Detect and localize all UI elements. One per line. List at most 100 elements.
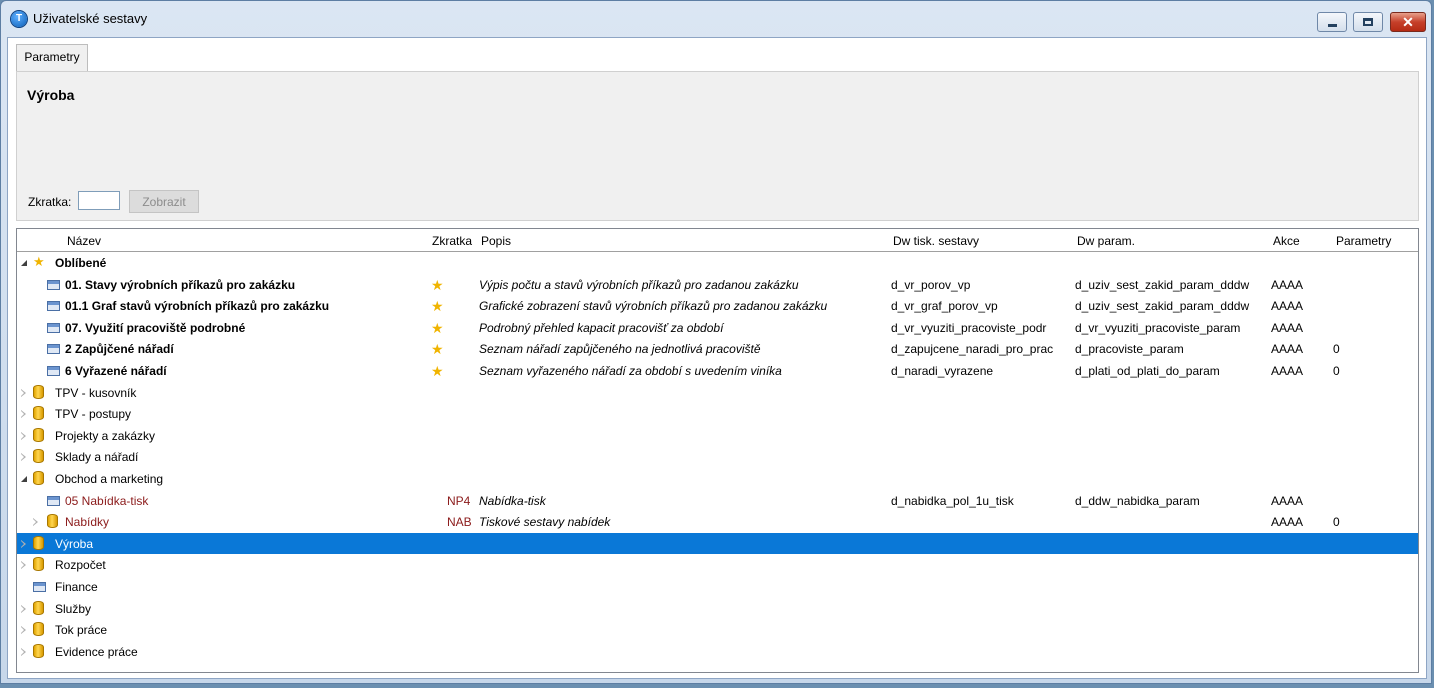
expand-arrow-icon[interactable] xyxy=(33,518,38,527)
column-header-dw-print[interactable]: Dw tisk. sestavy xyxy=(893,234,979,248)
folder-database-icon xyxy=(33,406,44,421)
expand-arrow-icon[interactable] xyxy=(21,539,26,548)
row-description: Podrobný přehled kapacit pracovišť za ob… xyxy=(479,320,724,335)
tree-node[interactable]: Evidence práce xyxy=(17,641,1418,663)
show-button[interactable]: Zobrazit xyxy=(129,190,199,213)
tab-parametry[interactable]: Parametry xyxy=(16,44,88,71)
tree-item[interactable]: 6 Vyřazené nářadí ★ Seznam vyřazeného nářa… xyxy=(17,360,1418,382)
column-header-action[interactable]: Akce xyxy=(1273,234,1300,248)
row-dw-param: d_pracoviste_param xyxy=(1075,342,1184,357)
app-logo-icon: T xyxy=(11,11,27,27)
row-name: Služby xyxy=(55,601,92,616)
column-header-params[interactable]: Parametry xyxy=(1336,234,1391,248)
folder-database-icon xyxy=(33,557,44,572)
row-name: Sklady a nářadí xyxy=(55,450,139,465)
expand-arrow-icon[interactable] xyxy=(21,561,26,570)
row-action: AAAA xyxy=(1271,299,1304,314)
folder-database-icon xyxy=(33,449,44,464)
tree-item[interactable]: 01. Stavy výrobních příkazů pro zakázku ★… xyxy=(17,274,1418,296)
row-name: Oblíbené xyxy=(55,256,107,270)
row-action: AAAA xyxy=(1271,320,1304,335)
row-params: 0 xyxy=(1333,364,1340,378)
tree-node[interactable]: Sklady a nářadí xyxy=(17,446,1418,468)
row-dw-param: d_ddw_nabidka_param xyxy=(1075,493,1200,508)
row-action: AAAA xyxy=(1271,342,1304,357)
tree-item[interactable]: 01.1 Graf stavů výrobních příkazů pro za… xyxy=(17,295,1418,317)
report-tree-grid[interactable]: Název Zkratka Popis Dw tisk. sestavy Dw … xyxy=(16,228,1419,673)
row-name: Evidence práce xyxy=(55,644,138,659)
favorite-star-icon[interactable]: ★ xyxy=(431,320,444,337)
expand-arrow-icon[interactable] xyxy=(21,604,26,613)
row-dw-print: d_vr_vyuziti_pracoviste_podr xyxy=(891,320,1047,335)
window-frame-bottom xyxy=(0,684,1434,688)
report-icon xyxy=(47,279,60,290)
title-bar[interactable]: T Uživatelské sestavy ✕ xyxy=(1,1,1431,37)
tree-node[interactable]: Výroba xyxy=(17,532,1418,555)
maximize-icon xyxy=(1363,18,1373,26)
tree-node[interactable]: Finance xyxy=(17,576,1418,598)
tree-node[interactable]: ★ Oblíbené xyxy=(17,252,1418,274)
row-name: Obchod a marketing xyxy=(55,472,164,486)
row-dw-print: d_zapujcene_naradi_pro_prac xyxy=(891,342,1054,357)
row-name: TPV - kusovník xyxy=(55,385,137,400)
row-dw-print: d_naradi_vyrazene xyxy=(891,364,994,378)
folder-database-icon xyxy=(33,622,44,637)
row-action: AAAA xyxy=(1271,493,1304,508)
column-header-description[interactable]: Popis xyxy=(481,234,511,248)
collapse-arrow-icon[interactable] xyxy=(21,260,27,266)
folder-database-icon xyxy=(33,600,44,615)
grid-header: Název Zkratka Popis Dw tisk. sestavy Dw … xyxy=(17,229,1418,252)
row-params: 0 xyxy=(1333,515,1340,530)
row-name: Projekty a zakázky xyxy=(55,428,156,443)
tree-item[interactable]: 05 Nabídka-tisk NP4 Nabídka-tisk d_nabidka_… xyxy=(17,490,1418,512)
close-button[interactable]: ✕ xyxy=(1390,12,1426,32)
report-window: T Uživatelské sestavy ✕ Parametry Výroba… xyxy=(0,0,1432,684)
expand-arrow-icon[interactable] xyxy=(21,647,26,656)
shortcut-label: Zkratka: xyxy=(28,195,72,209)
row-dw-param: d_plati_od_plati_do_param xyxy=(1075,364,1220,378)
row-shortcut: NAB xyxy=(447,515,472,530)
tree-node[interactable]: Projekty a zakázky xyxy=(17,425,1418,447)
favorite-star-icon[interactable]: ★ xyxy=(431,298,444,315)
row-name: Výroba xyxy=(55,536,94,551)
tree-item[interactable]: 07. Využití pracoviště podrobné ★ Podrobný… xyxy=(17,317,1418,339)
row-action: AAAA xyxy=(1271,515,1304,530)
row-name: 6 Vyřazené nářadí xyxy=(65,364,167,378)
tree-node[interactable]: TPV - postupy xyxy=(17,403,1418,425)
tree-node[interactable]: TPV - kusovník xyxy=(17,382,1418,404)
tree-item[interactable]: Nabídky NAB Tiskové sestavy nabídek AAAA 0 xyxy=(17,511,1418,533)
row-description: Tiskové sestavy nabídek xyxy=(479,515,611,530)
column-header-dw-param[interactable]: Dw param. xyxy=(1077,234,1135,248)
window-title: Uživatelské sestavy xyxy=(33,11,148,26)
panel-heading: Výroba xyxy=(27,87,75,103)
report-icon xyxy=(47,344,60,355)
row-description: Seznam nářadí zapůjčeného na jednotlivá … xyxy=(479,342,761,357)
folder-database-icon xyxy=(33,535,44,550)
favorite-star-icon[interactable]: ★ xyxy=(431,277,444,294)
row-name: 05 Nabídka-tisk xyxy=(65,493,149,508)
expand-arrow-icon[interactable] xyxy=(21,626,26,635)
shortcut-input[interactable] xyxy=(78,191,120,210)
column-header-name[interactable]: Název xyxy=(67,234,101,248)
row-name: TPV - postupy xyxy=(55,407,132,422)
favorite-star-icon[interactable]: ★ xyxy=(431,341,444,358)
row-dw-print: d_nabidka_pol_1u_tisk xyxy=(891,493,1014,508)
row-dw-param: d_vr_vyuziti_pracoviste_param xyxy=(1075,320,1241,335)
expand-arrow-icon[interactable] xyxy=(21,410,26,419)
favorite-star-icon[interactable]: ★ xyxy=(431,363,444,380)
row-name: Rozpočet xyxy=(55,558,106,573)
minimize-button[interactable] xyxy=(1317,12,1347,32)
expand-arrow-icon[interactable] xyxy=(21,388,26,397)
collapse-arrow-icon[interactable] xyxy=(21,476,27,482)
tree-node[interactable]: Tok práce xyxy=(17,619,1418,641)
row-dw-param: d_uziv_sest_zakid_param_dddw xyxy=(1075,277,1250,292)
column-header-shortcut[interactable]: Zkratka xyxy=(432,234,472,248)
folder-database-icon xyxy=(47,514,58,529)
tree-node[interactable]: Služby xyxy=(17,598,1418,620)
tree-node[interactable]: Obchod a marketing xyxy=(17,468,1418,490)
maximize-button[interactable] xyxy=(1353,12,1383,32)
tree-node[interactable]: Rozpočet xyxy=(17,554,1418,576)
expand-arrow-icon[interactable] xyxy=(21,453,26,462)
tree-item[interactable]: 2 Zapůjčené nářadí ★ Seznam nářadí zapůjče… xyxy=(17,338,1418,360)
expand-arrow-icon[interactable] xyxy=(21,431,26,440)
